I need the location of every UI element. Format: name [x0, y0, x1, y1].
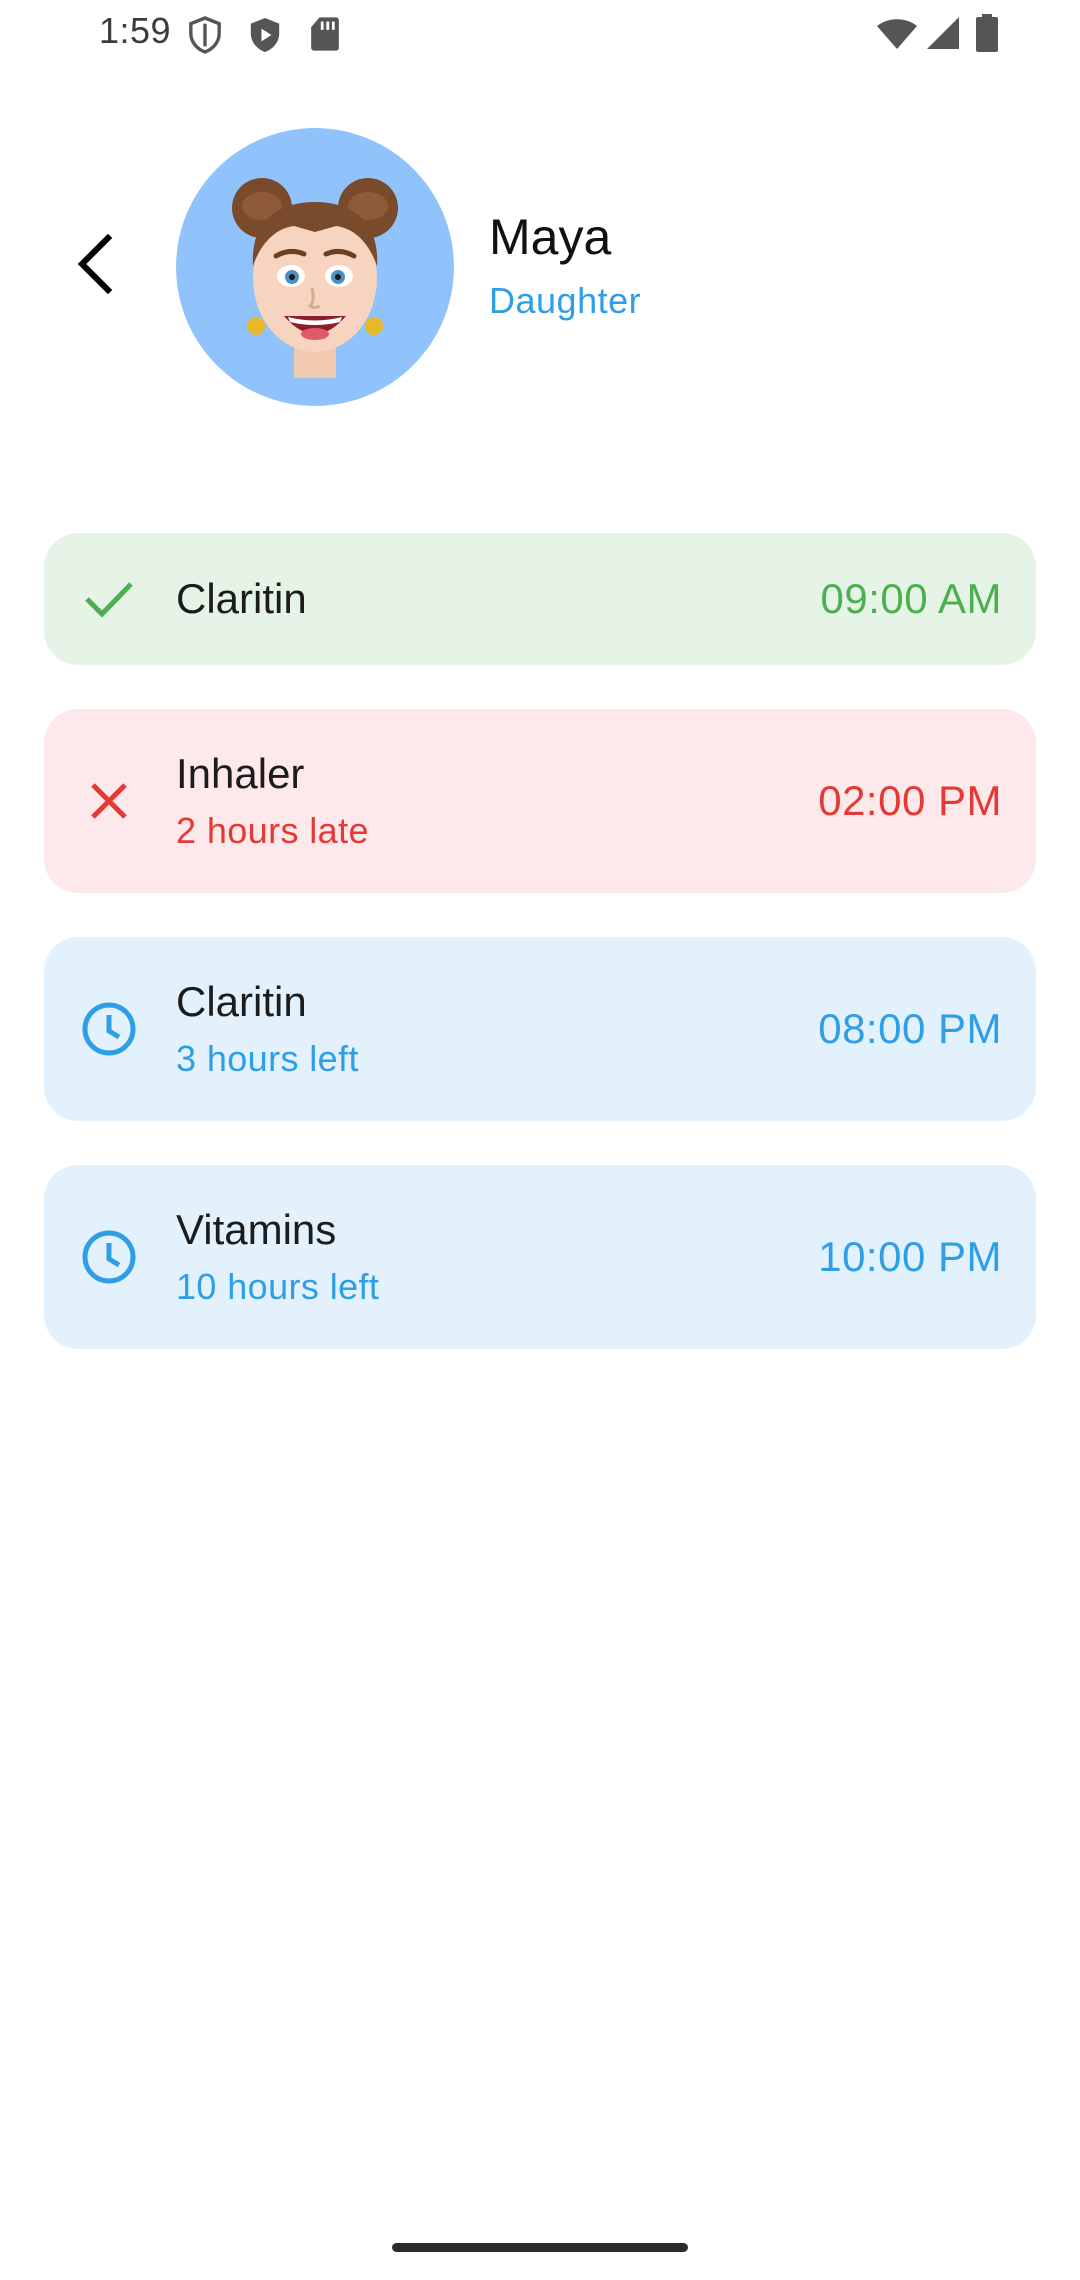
med-time: 09:00 AM	[820, 575, 1002, 622]
med-name: Inhaler	[176, 750, 305, 797]
screen: 1:59 Maya Daughter Claritin 09:00 AM Inh…	[0, 0, 1080, 2280]
shield-outline-icon	[188, 16, 222, 59]
profile-name: Maya	[489, 209, 612, 265]
chevron-left-icon	[72, 233, 116, 299]
memoji-girl-avatar	[176, 128, 454, 406]
dose-text: Vitamins 10 hours left	[176, 1202, 379, 1312]
back-button[interactable]	[52, 218, 136, 314]
med-status: 10 hours left	[176, 1266, 380, 1307]
med-status: 3 hours left	[176, 1038, 359, 1079]
gesture-nav-handle[interactable]	[392, 2243, 688, 2252]
dose-list: Claritin 09:00 AM Inhaler 2 hours late 0…	[44, 533, 1036, 1393]
dose-text: Inhaler 2 hours late	[176, 746, 369, 856]
sd-card-icon	[309, 16, 341, 57]
dose-text: Claritin	[176, 571, 307, 627]
shield-play-icon	[248, 16, 282, 59]
med-time: 02:00 PM	[818, 777, 1002, 824]
clock-icon	[80, 1000, 138, 1058]
dose-text: Claritin 3 hours left	[176, 974, 359, 1084]
dose-card-upcoming[interactable]: Vitamins 10 hours left 10:00 PM	[44, 1165, 1036, 1349]
med-time: 10:00 PM	[818, 1233, 1002, 1280]
med-name: Claritin	[176, 978, 307, 1025]
battery-icon	[976, 14, 998, 57]
dose-card-missed[interactable]: Inhaler 2 hours late 02:00 PM	[44, 709, 1036, 893]
dose-card-taken[interactable]: Claritin 09:00 AM	[44, 533, 1036, 665]
check-icon	[80, 570, 138, 628]
close-icon	[80, 772, 138, 830]
status-bar: 1:59	[0, 0, 1080, 68]
med-time: 08:00 PM	[818, 1005, 1002, 1052]
dose-card-upcoming[interactable]: Claritin 3 hours left 08:00 PM	[44, 937, 1036, 1121]
profile-relation: Daughter	[489, 280, 642, 321]
med-name: Vitamins	[176, 1206, 337, 1253]
status-time: 1:59	[99, 10, 172, 51]
cell-signal-icon	[926, 16, 960, 55]
med-status: 2 hours late	[176, 810, 369, 851]
avatar	[176, 128, 454, 406]
wifi-icon	[876, 18, 918, 55]
clock-icon	[80, 1228, 138, 1286]
med-name: Claritin	[176, 575, 307, 622]
